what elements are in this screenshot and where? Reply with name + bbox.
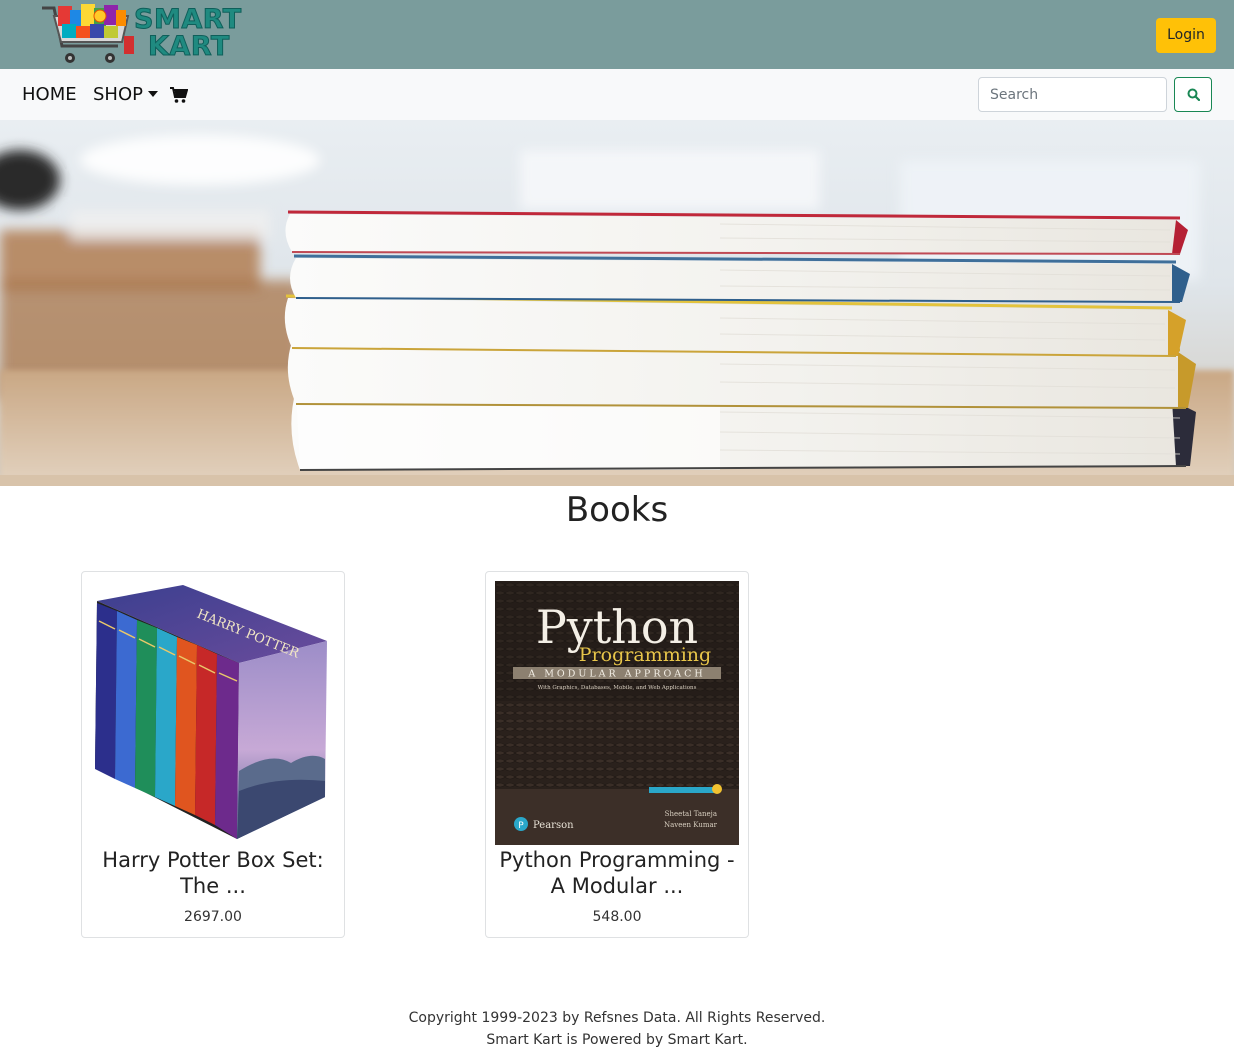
search-icon xyxy=(1187,88,1200,101)
svg-text:Naveen Kumar: Naveen Kumar xyxy=(664,821,718,829)
harry-potter-box-set-cover: HARRY POTTER xyxy=(91,581,335,845)
logo-word-kart: KART xyxy=(148,31,230,62)
search-input[interactable] xyxy=(978,77,1167,112)
svg-text:With Graphics, Databases, Mobi: With Graphics, Databases, Mobile, and We… xyxy=(538,685,697,691)
svg-text:P: P xyxy=(518,821,524,831)
nav-shop-label: SHOP xyxy=(93,84,143,105)
svg-text:Sheetal Taneja: Sheetal Taneja xyxy=(665,810,717,818)
logo-word-smart: SMART xyxy=(134,4,242,35)
footer-powered-by: Smart Kart is Powered by Smart Kart. xyxy=(486,1032,748,1048)
product-image[interactable]: HARRY POTTER xyxy=(91,581,335,845)
product-title[interactable]: Python Programming - A Modular ... xyxy=(492,847,742,899)
product-title[interactable]: Harry Potter Box Set: The ... xyxy=(88,847,338,899)
hero-banner xyxy=(0,120,1234,486)
footer-copyright: Copyright 1999-2023 by Refsnes Data. All… xyxy=(408,1010,826,1026)
python-programming-cover: Python Programming A MODULAR APPROACH Wi… xyxy=(495,581,739,845)
login-button[interactable]: Login xyxy=(1156,18,1216,53)
footer: Copyright 1999-2023 by Refsnes Data. All… xyxy=(0,1007,1234,1051)
logo-text: SMART KART xyxy=(134,2,264,66)
nav-shop-dropdown[interactable]: SHOP xyxy=(93,83,158,107)
section-title: Books xyxy=(565,490,669,530)
main-navbar: HOME SHOP xyxy=(0,69,1234,120)
product-image[interactable]: Python Programming A MODULAR APPROACH Wi… xyxy=(495,581,739,845)
site-logo[interactable]: SMART KART xyxy=(40,2,270,66)
books-stack-image xyxy=(0,120,1234,486)
chevron-down-icon xyxy=(147,90,158,97)
svg-text:A MODULAR APPROACH: A MODULAR APPROACH xyxy=(527,669,705,680)
product-card[interactable]: Python Programming A MODULAR APPROACH Wi… xyxy=(485,571,749,938)
product-card[interactable]: HARRY POTTER Harry Potter Box Set: The .… xyxy=(81,571,345,938)
shopping-cart-logo-icon xyxy=(42,4,134,63)
product-price: 548.00 xyxy=(592,909,642,925)
svg-text:Pearson: Pearson xyxy=(533,820,574,831)
cart-icon[interactable] xyxy=(170,86,188,104)
search-button[interactable] xyxy=(1174,77,1212,112)
nav-home-link[interactable]: HOME xyxy=(22,83,77,107)
top-bar: SMART KART Login xyxy=(0,0,1234,69)
product-price: 2697.00 xyxy=(184,909,242,925)
svg-text:Programming: Programming xyxy=(579,644,711,666)
